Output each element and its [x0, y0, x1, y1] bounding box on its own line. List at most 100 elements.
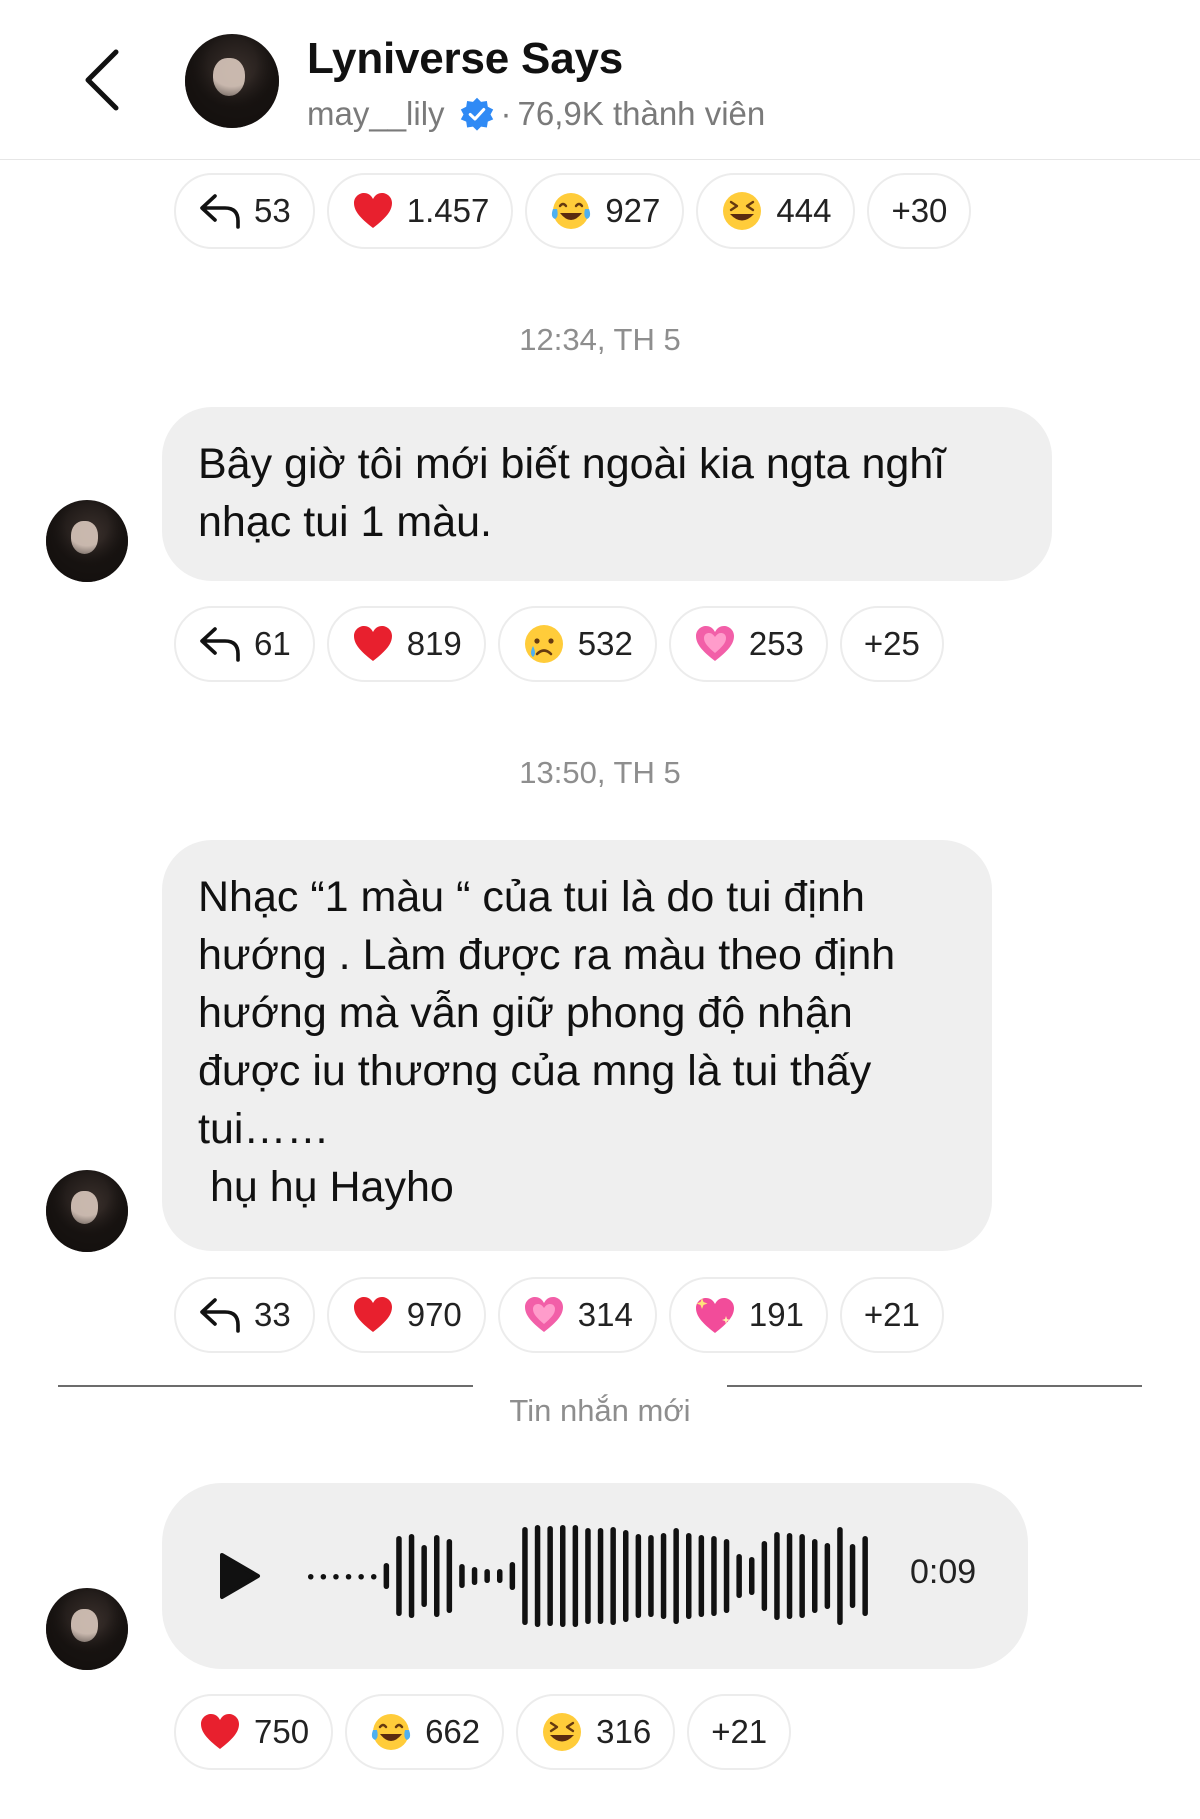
reply-icon [198, 1293, 242, 1337]
waveform-bar [534, 1525, 541, 1627]
waveform-bar [648, 1535, 654, 1617]
message-timestamp: 13:50, TH 5 [519, 755, 681, 790]
voice-duration: 0:09 [910, 1553, 977, 1591]
subtitle-separator: · [500, 95, 512, 132]
reaction-red-heart[interactable]: 1.457 [326, 173, 514, 249]
reaction-bar: 750 662 316 +21 [174, 1694, 792, 1770]
more-reactions-button[interactable]: +25 [839, 606, 944, 682]
waveform-bar [358, 1574, 364, 1580]
waveform-bar [774, 1532, 780, 1620]
waveform-bar [597, 1528, 604, 1624]
waveform-bar [572, 1525, 579, 1627]
reaction-grinning-squint[interactable]: 444 [696, 173, 856, 249]
waveform-bar [623, 1530, 629, 1622]
play-icon[interactable] [210, 1547, 266, 1605]
channel-title[interactable]: Lyniverse Says [307, 34, 623, 84]
waveform-bar [837, 1527, 843, 1625]
grinning-squint-icon [540, 1710, 584, 1754]
reaction-bar: 53 1.457 927 444 +30 [174, 173, 972, 249]
waveform-bar [308, 1574, 314, 1580]
reaction-grinning-squint[interactable]: 316 [516, 1694, 676, 1770]
waveform-bar [434, 1535, 440, 1617]
waveform-bar [635, 1534, 642, 1618]
tears-of-joy-icon [549, 189, 593, 233]
waveform-bar [799, 1534, 805, 1618]
message-bubble[interactable]: Bây giờ tôi mới biết ngoài kia ngta nghĩ… [162, 407, 1052, 581]
waveform-bar [610, 1527, 616, 1625]
new-messages-label: Tin nhắn mới [509, 1393, 691, 1428]
reply-count-button[interactable]: 53 [174, 173, 315, 249]
waveform-bar [686, 1533, 692, 1619]
waveform-bar [320, 1574, 327, 1580]
waveform-bar [749, 1557, 755, 1595]
verified-badge-icon [460, 97, 493, 131]
more-reactions-button[interactable]: +21 [839, 1277, 944, 1353]
waveform-bar [371, 1574, 377, 1580]
sparkling-heart-icon [693, 1293, 737, 1337]
more-reactions-button[interactable]: +30 [867, 173, 972, 249]
waveform-bar [660, 1533, 667, 1619]
reaction-tears-of-joy[interactable]: 662 [345, 1694, 505, 1770]
reaction-red-heart[interactable]: 970 [326, 1277, 486, 1353]
waveform-bar [736, 1554, 742, 1598]
waveform-bar [711, 1536, 717, 1616]
message-timestamp: 12:34, TH 5 [519, 322, 681, 357]
reaction-sparkling-heart[interactable]: 191 [668, 1277, 828, 1353]
red-heart-icon [198, 1710, 242, 1754]
channel-subtitle: may__lily · 76,9K thành viên [307, 95, 765, 133]
voice-message-bubble: 0:09 [162, 1483, 1028, 1669]
sender-avatar[interactable] [46, 500, 128, 582]
waveform-bar [471, 1567, 478, 1585]
channel-avatar[interactable] [185, 34, 279, 128]
tears-of-joy-icon [369, 1710, 413, 1754]
waveform-bar [345, 1574, 352, 1580]
waveform-bar [560, 1525, 566, 1627]
waveform-bar [812, 1539, 818, 1613]
grinning-squint-icon [720, 189, 764, 233]
more-reactions-button[interactable]: +21 [687, 1694, 792, 1770]
waveform-bar [786, 1533, 793, 1619]
reaction-crying-face[interactable]: 532 [497, 606, 657, 682]
reaction-growing-heart[interactable]: 253 [668, 606, 828, 682]
audio-waveform[interactable] [300, 1517, 870, 1635]
waveform-bar [333, 1574, 339, 1580]
waveform-bar [421, 1545, 427, 1607]
back-button[interactable] [72, 45, 132, 115]
waveform-bar [522, 1527, 528, 1625]
sender-avatar[interactable] [46, 1588, 128, 1670]
new-messages-divider-right [727, 1385, 1142, 1387]
chevron-left-icon [85, 49, 119, 111]
reply-count-button[interactable]: 61 [174, 606, 315, 682]
reaction-red-heart[interactable]: 819 [326, 606, 486, 682]
crying-face-icon [522, 622, 566, 666]
waveform-bar [497, 1569, 503, 1583]
chat-header: Lyniverse Says may__lily · 76,9K thành v… [0, 0, 1200, 160]
waveform-bar [446, 1539, 453, 1613]
creator-username[interactable]: may__lily [307, 95, 445, 133]
reply-icon [198, 622, 242, 666]
waveform-bar [585, 1528, 591, 1624]
reaction-red-heart[interactable]: 750 [174, 1694, 334, 1770]
waveform-bar [698, 1535, 705, 1617]
waveform-bar [484, 1569, 490, 1583]
waveform-bar [849, 1544, 856, 1608]
waveform-bar [673, 1528, 679, 1624]
waveform-bar [396, 1536, 402, 1616]
waveform-bar [547, 1526, 553, 1626]
reaction-bar: 61 819 532 253 +25 [174, 606, 944, 682]
message-bubble[interactable]: Nhạc “1 màu “ của tui là do tui định hướ… [162, 840, 992, 1251]
waveform-bar [383, 1563, 390, 1589]
reaction-bar: 33 970 314 191 +21 [174, 1277, 944, 1353]
new-messages-divider-left [58, 1385, 473, 1387]
reply-count-button[interactable]: 33 [174, 1277, 315, 1353]
reaction-tears-of-joy[interactable]: 927 [525, 173, 685, 249]
waveform-bar [761, 1541, 768, 1611]
waveform-bar [824, 1543, 831, 1609]
red-heart-icon [351, 189, 395, 233]
sender-avatar[interactable] [46, 1170, 128, 1252]
reaction-growing-heart[interactable]: 314 [497, 1277, 657, 1353]
growing-heart-icon [522, 1293, 566, 1337]
reply-icon [198, 189, 242, 233]
waveform-bar [408, 1534, 415, 1618]
waveform-bar [509, 1562, 516, 1590]
